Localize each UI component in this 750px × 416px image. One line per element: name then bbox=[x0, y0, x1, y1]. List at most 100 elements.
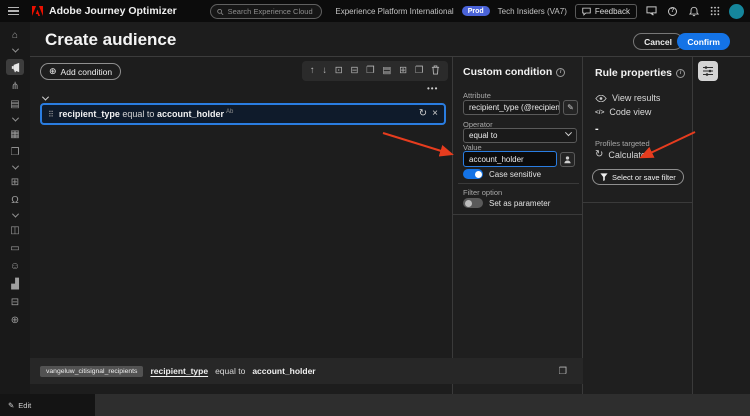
hamburger-menu-icon[interactable] bbox=[8, 6, 19, 16]
deselect-icon[interactable]: ⊟ bbox=[350, 66, 358, 76]
search-icon bbox=[217, 8, 224, 15]
search-input[interactable]: Search Experience Cloud (⌘+/) bbox=[210, 4, 322, 19]
app-window: Adobe Journey Optimizer Search Experienc… bbox=[0, 0, 750, 416]
copy-icon[interactable]: ❐ bbox=[7, 146, 23, 159]
feedback-label: Feedback bbox=[594, 6, 630, 16]
environment-badge[interactable]: Prod bbox=[461, 6, 490, 16]
cancel-button[interactable]: Cancel bbox=[633, 33, 683, 50]
person-icon bbox=[564, 155, 571, 163]
select-or-save-filter-button[interactable]: Select or save filter bbox=[592, 169, 684, 185]
condition-row-selected[interactable]: ⠿ recipient_type equal to account_holder… bbox=[40, 103, 446, 125]
sandbox-selector[interactable]: Tech Insiders (VA7) bbox=[498, 7, 567, 16]
delete-trash-icon[interactable] bbox=[431, 65, 440, 78]
home-icon[interactable]: ⌂ bbox=[7, 29, 23, 42]
footer-strip bbox=[95, 394, 750, 416]
announcement-icon[interactable] bbox=[645, 5, 658, 18]
arrow-to-value-input bbox=[382, 132, 454, 157]
bell-icon[interactable]: Ω bbox=[7, 194, 23, 207]
rule-properties-title: Rule properties i bbox=[595, 67, 686, 79]
card-icon[interactable]: ◫ bbox=[7, 224, 23, 237]
divider bbox=[583, 202, 693, 203]
drag-handle-icon[interactable]: ⠿ bbox=[48, 110, 54, 119]
profiles-targeted-label: Profiles targeted bbox=[595, 139, 650, 148]
summary-operator: equal to bbox=[215, 366, 246, 376]
panel-icon[interactable]: ▭ bbox=[7, 242, 23, 255]
canvas-toolbar: ↑ ↓ ⊡ ⊟ ❐ ▤ ⊞ ❐ bbox=[302, 61, 448, 81]
chevron-down-icon[interactable] bbox=[7, 45, 23, 54]
notifications-bell-icon[interactable] bbox=[687, 5, 700, 18]
operator-select[interactable]: equal to bbox=[463, 128, 577, 143]
globe-icon[interactable]: ⊕ bbox=[7, 314, 23, 327]
custom-condition-title: Custom condition i bbox=[463, 66, 566, 78]
confirm-button[interactable]: Confirm bbox=[677, 33, 730, 50]
view-results-label: View results bbox=[612, 93, 661, 103]
document-icon[interactable]: ▤ bbox=[7, 98, 23, 111]
megaphone-icon[interactable] bbox=[6, 59, 24, 75]
select-all-icon[interactable]: ⊡ bbox=[335, 66, 343, 76]
set-as-parameter-toggle[interactable] bbox=[463, 198, 483, 208]
condition-summary-text: recipient_type equal to account_holder Ab bbox=[59, 109, 233, 119]
summary-value: account_holder bbox=[252, 366, 316, 376]
operator-value: equal to bbox=[469, 131, 498, 140]
search-placeholder: Search Experience Cloud (⌘+/) bbox=[227, 7, 315, 16]
audience-tag-pill[interactable]: vangeluw_citisignal_recipients bbox=[40, 365, 144, 377]
paste-icon[interactable]: ▤ bbox=[382, 66, 391, 76]
remove-condition-icon[interactable]: × bbox=[432, 109, 438, 119]
user-avatar[interactable] bbox=[729, 3, 744, 19]
info-icon[interactable]: i bbox=[676, 68, 686, 78]
app-title: Adobe Journey Optimizer bbox=[49, 5, 177, 17]
eye-icon bbox=[595, 94, 607, 102]
edit-attribute-button[interactable]: ✎ bbox=[563, 100, 578, 115]
edit-note-icon: ✎ bbox=[567, 103, 574, 112]
table-icon[interactable]: ⊞ bbox=[7, 176, 23, 189]
app-switcher-grid-icon[interactable] bbox=[708, 5, 721, 18]
right-icon-rail bbox=[694, 57, 750, 394]
page-header: Create audience Cancel Confirm bbox=[30, 22, 750, 57]
summary-attribute[interactable]: recipient_type bbox=[150, 366, 208, 376]
org-name: Experience Platform International bbox=[335, 6, 454, 16]
copy-add-icon[interactable]: ⊞ bbox=[399, 66, 407, 76]
chevron-down-icon bbox=[564, 129, 573, 137]
wallet-icon[interactable]: ⊟ bbox=[7, 296, 23, 309]
case-sensitive-toggle[interactable] bbox=[463, 169, 483, 179]
refresh-icon[interactable]: ↻ bbox=[419, 109, 427, 119]
code-view-label: Code view bbox=[609, 107, 652, 117]
chevron-down-icon[interactable] bbox=[7, 162, 23, 171]
flow-icon[interactable]: ⋔ bbox=[7, 80, 23, 93]
rule-summary-bar: vangeluw_citisignal_recipients recipient… bbox=[30, 358, 583, 384]
attribute-input[interactable]: recipient_type (@recipient_type) bbox=[463, 100, 560, 115]
copy-summary-icon[interactable]: ❐ bbox=[558, 366, 573, 377]
value-input[interactable]: account_holder bbox=[463, 151, 557, 167]
face-icon[interactable]: ☺ bbox=[7, 260, 23, 273]
code-view-link[interactable]: </> Code view bbox=[595, 107, 651, 117]
copy-icon[interactable]: ❐ bbox=[415, 66, 424, 76]
plus-icon: ⊕ bbox=[49, 66, 57, 76]
info-icon[interactable]: i bbox=[556, 67, 566, 77]
dataset-icon[interactable]: ▦ bbox=[7, 128, 23, 141]
duplicate-icon[interactable]: ❐ bbox=[366, 66, 375, 76]
help-icon[interactable]: ? bbox=[666, 5, 679, 18]
chart-icon[interactable]: ▟ bbox=[7, 278, 23, 291]
calculate-button[interactable]: ↻ Calculate bbox=[595, 149, 646, 161]
profile-picker-button[interactable] bbox=[560, 151, 575, 167]
profiles-count: - bbox=[595, 123, 599, 135]
move-down-icon[interactable]: ↓ bbox=[322, 66, 327, 76]
chevron-down-icon[interactable] bbox=[7, 210, 23, 219]
attribute-label: Attribute bbox=[463, 91, 491, 100]
add-condition-button[interactable]: ⊕ Add condition bbox=[40, 63, 122, 80]
chevron-down-icon[interactable] bbox=[7, 114, 23, 123]
more-options-icon[interactable]: ••• bbox=[427, 84, 438, 93]
divider bbox=[453, 214, 584, 215]
move-up-icon[interactable]: ↑ bbox=[310, 66, 315, 76]
case-sensitive-label: Case sensitive bbox=[489, 169, 542, 179]
refresh-icon: ↻ bbox=[595, 149, 604, 160]
properties-panel-button[interactable] bbox=[698, 61, 718, 81]
set-as-parameter-toggle-row[interactable]: Set as parameter bbox=[463, 198, 550, 208]
case-sensitive-toggle-row[interactable]: Case sensitive bbox=[463, 169, 541, 179]
pencil-icon: ✎ bbox=[8, 400, 15, 410]
add-condition-label: Add condition bbox=[60, 66, 113, 77]
edit-label[interactable]: Edit bbox=[18, 401, 31, 410]
view-results-link[interactable]: View results bbox=[595, 93, 660, 103]
feedback-button[interactable]: Feedback bbox=[574, 3, 637, 19]
condition-attribute: recipient_type bbox=[58, 109, 120, 119]
